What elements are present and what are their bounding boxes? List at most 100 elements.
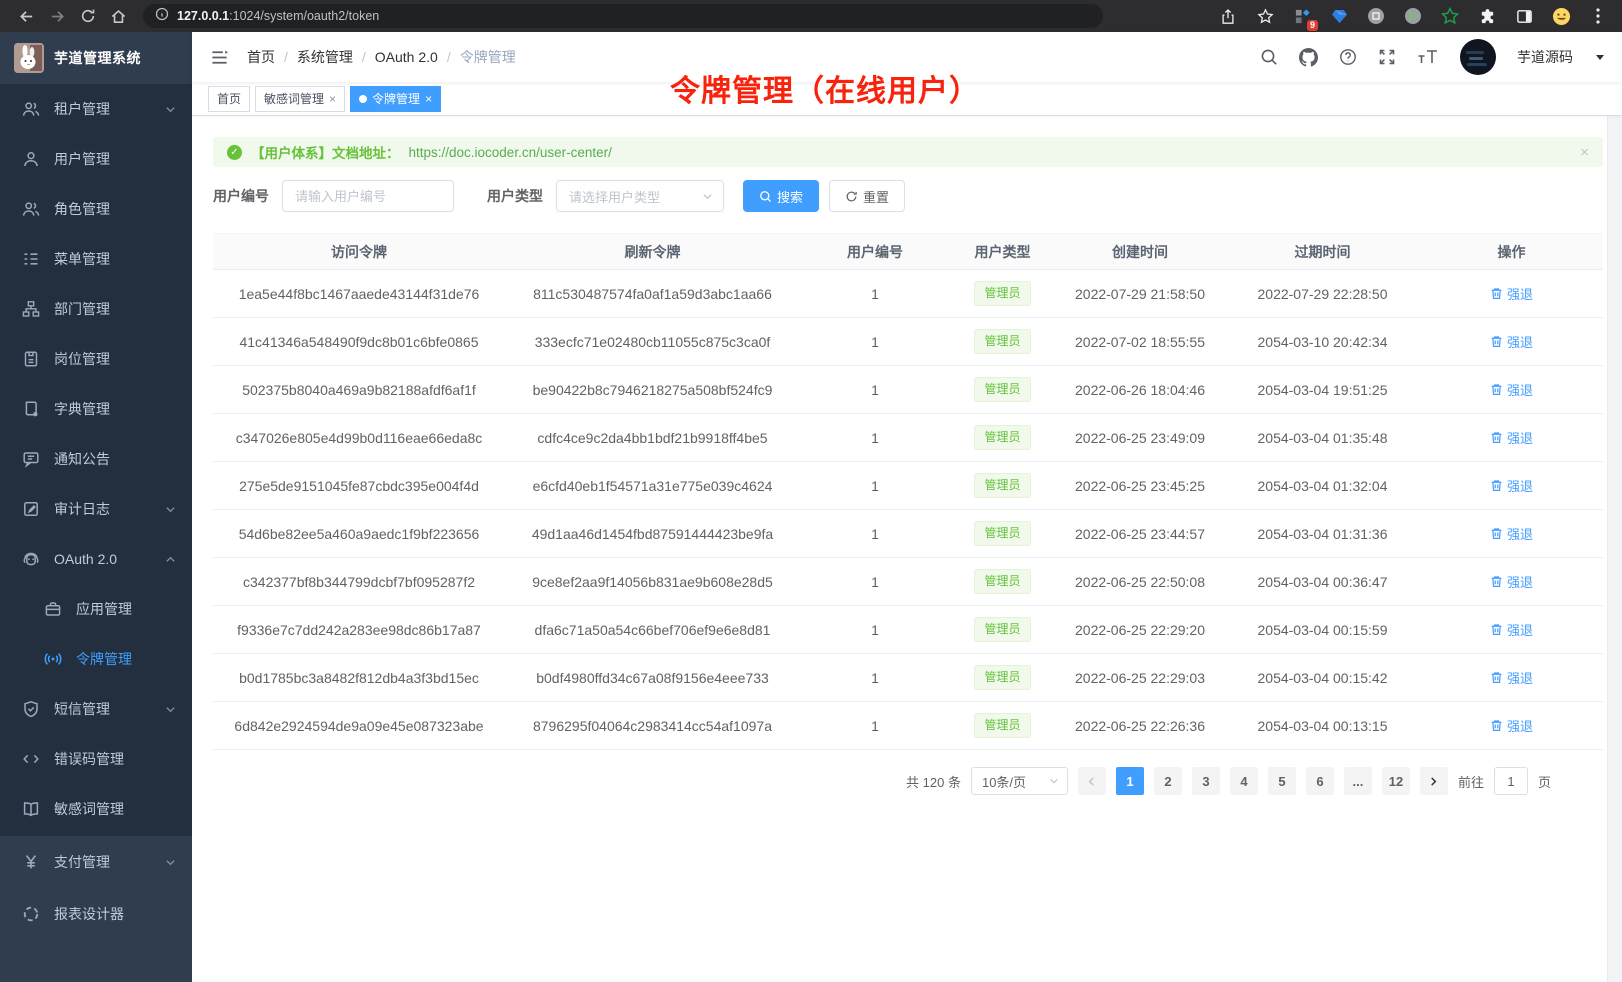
- sidebar-item-errcode[interactable]: 错误码管理: [0, 734, 192, 784]
- sidebar-item-dict[interactable]: 字典管理: [0, 384, 192, 434]
- browser-back-icon[interactable]: [18, 8, 35, 25]
- browser-forward-icon[interactable]: [49, 8, 66, 25]
- goto-page-input[interactable]: [1494, 767, 1528, 795]
- extension-badge: 9: [1307, 20, 1318, 31]
- chevron-down-icon: [165, 704, 176, 715]
- user-id-input[interactable]: [282, 180, 454, 212]
- page-button-12[interactable]: 12: [1382, 767, 1410, 795]
- help-icon[interactable]: [1339, 48, 1357, 66]
- sidebar-item-sensitive[interactable]: 敏感词管理: [0, 784, 192, 834]
- breadcrumb-home[interactable]: 首页: [247, 47, 275, 67]
- browser-menu-icon[interactable]: [1588, 6, 1608, 26]
- force-logout-button[interactable]: 强退: [1490, 284, 1533, 303]
- sidebar-item-label: 通知公告: [54, 449, 176, 469]
- ext-gem-icon[interactable]: [1329, 6, 1349, 26]
- font-size-icon[interactable]: [1417, 48, 1439, 66]
- search-button[interactable]: 搜索: [743, 180, 819, 212]
- browser-reload-icon[interactable]: [80, 8, 96, 24]
- ext-command-icon[interactable]: [1366, 6, 1386, 26]
- chevron-left-icon: [1086, 776, 1097, 787]
- sidebar-item-post[interactable]: 岗位管理: [0, 334, 192, 384]
- force-logout-button[interactable]: 强退: [1490, 380, 1533, 399]
- tab-home[interactable]: 首页: [208, 86, 250, 112]
- extensions-puzzle-icon[interactable]: [1477, 6, 1497, 26]
- prev-page-button[interactable]: [1078, 767, 1106, 795]
- user-type-label: 用户类型: [487, 186, 543, 206]
- ext-star-icon[interactable]: [1440, 6, 1460, 26]
- sidebar-item-report[interactable]: 报表设计器: [0, 888, 192, 940]
- sidebar-item-oauth[interactable]: OAuth 2.0: [0, 534, 192, 584]
- share-icon[interactable]: [1218, 6, 1238, 26]
- app-logo-bar[interactable]: 芋道管理系统: [0, 32, 192, 84]
- page-button-2[interactable]: 2: [1154, 767, 1182, 795]
- tab-token-management[interactable]: 令牌管理 ×: [350, 86, 441, 112]
- col-access-token: 访问令牌: [213, 242, 505, 262]
- sidebar-item-pay[interactable]: 支付管理: [0, 836, 192, 888]
- force-logout-button[interactable]: 强退: [1490, 332, 1533, 351]
- sidebar-item-menu[interactable]: 菜单管理: [0, 234, 192, 284]
- bookmark-star-icon[interactable]: [1255, 6, 1275, 26]
- page-button-4[interactable]: 4: [1230, 767, 1258, 795]
- ext-grid-icon[interactable]: 9: [1292, 6, 1312, 26]
- force-logout-button[interactable]: 强退: [1490, 524, 1533, 543]
- col-user-type: 用户类型: [950, 242, 1055, 262]
- chevron-down-icon: [165, 504, 176, 515]
- page-ellipsis[interactable]: ...: [1344, 767, 1372, 795]
- page-size-select[interactable]: 10条/页: [971, 767, 1068, 795]
- next-page-button[interactable]: [1420, 767, 1448, 795]
- breadcrumb-oauth[interactable]: OAuth 2.0: [375, 49, 438, 65]
- force-logout-button[interactable]: 强退: [1490, 620, 1533, 639]
- search-icon[interactable]: [1260, 48, 1278, 66]
- sidebar-item-notice[interactable]: 通知公告: [0, 434, 192, 484]
- force-logout-button[interactable]: 强退: [1490, 668, 1533, 687]
- doc-link[interactable]: https://doc.iocoder.cn/user-center/: [409, 145, 612, 160]
- reset-button[interactable]: 重置: [829, 180, 905, 212]
- browser-home-icon[interactable]: [110, 8, 127, 25]
- github-icon[interactable]: [1299, 48, 1318, 67]
- username[interactable]: 芋道源码: [1517, 47, 1573, 67]
- dashed-circle-icon: [22, 905, 40, 923]
- tab-sensitive-words[interactable]: 敏感词管理 ×: [255, 86, 345, 112]
- sidebar-fold-icon[interactable]: [210, 48, 229, 67]
- tree-list-icon: [22, 250, 40, 268]
- sidebar-item-label: 敏感词管理: [54, 799, 176, 819]
- force-logout-button[interactable]: 强退: [1490, 716, 1533, 735]
- user-type-badge: 管理员: [974, 473, 1030, 497]
- breadcrumb-system[interactable]: 系统管理: [297, 47, 353, 67]
- close-icon[interactable]: ×: [425, 93, 432, 105]
- page-button-5[interactable]: 5: [1268, 767, 1296, 795]
- sidebar-item-audit[interactable]: 审计日志: [0, 484, 192, 534]
- sidebar-item-dept[interactable]: 部门管理: [0, 284, 192, 334]
- user-type-select[interactable]: 请选择用户类型: [556, 180, 724, 212]
- force-logout-button[interactable]: 强退: [1490, 572, 1533, 591]
- alert-close-icon[interactable]: ×: [1580, 144, 1589, 161]
- sidebar-item-tenant[interactable]: 租户管理: [0, 84, 192, 134]
- page-button-6[interactable]: 6: [1306, 767, 1334, 795]
- close-icon[interactable]: ×: [329, 93, 336, 105]
- address-bar[interactable]: 127.0.0.1:1024/system/oauth2/token: [143, 4, 1103, 28]
- page-button-3[interactable]: 3: [1192, 767, 1220, 795]
- user-type-badge: 管理员: [974, 281, 1030, 305]
- sidebar-item-user[interactable]: 用户管理: [0, 134, 192, 184]
- alert-text: 【用户体系】文档地址：: [251, 142, 400, 162]
- sidebar-item-oauth-app[interactable]: 应用管理: [0, 584, 192, 634]
- sidebar-item-role[interactable]: 角色管理: [0, 184, 192, 234]
- sidebar-item-oauth-token[interactable]: 令牌管理: [0, 634, 192, 684]
- page-button-1[interactable]: 1: [1116, 767, 1144, 795]
- user-avatar[interactable]: [1460, 39, 1496, 75]
- force-logout-button[interactable]: 强退: [1490, 476, 1533, 495]
- site-info-icon[interactable]: [155, 7, 169, 26]
- sidebar-item-sms[interactable]: 短信管理: [0, 684, 192, 734]
- profile-emoji-icon[interactable]: [1551, 6, 1571, 26]
- breadcrumb: 首页 / 系统管理 / OAuth 2.0 / 令牌管理: [247, 47, 516, 67]
- user-type-badge: 管理员: [974, 329, 1030, 353]
- side-panel-icon[interactable]: [1514, 6, 1534, 26]
- ext-record-icon[interactable]: [1403, 6, 1423, 26]
- table-row: 54d6be82ee5a460a9aedc1f9bf223656 49d1aa4…: [213, 510, 1603, 558]
- force-logout-button[interactable]: 强退: [1490, 428, 1533, 447]
- chevron-down-icon: [165, 104, 176, 115]
- user-type-badge: 管理员: [974, 377, 1030, 401]
- fullscreen-icon[interactable]: [1378, 48, 1396, 66]
- page-scrollbar[interactable]: [1607, 32, 1622, 982]
- user-menu-caret-icon[interactable]: [1596, 55, 1604, 60]
